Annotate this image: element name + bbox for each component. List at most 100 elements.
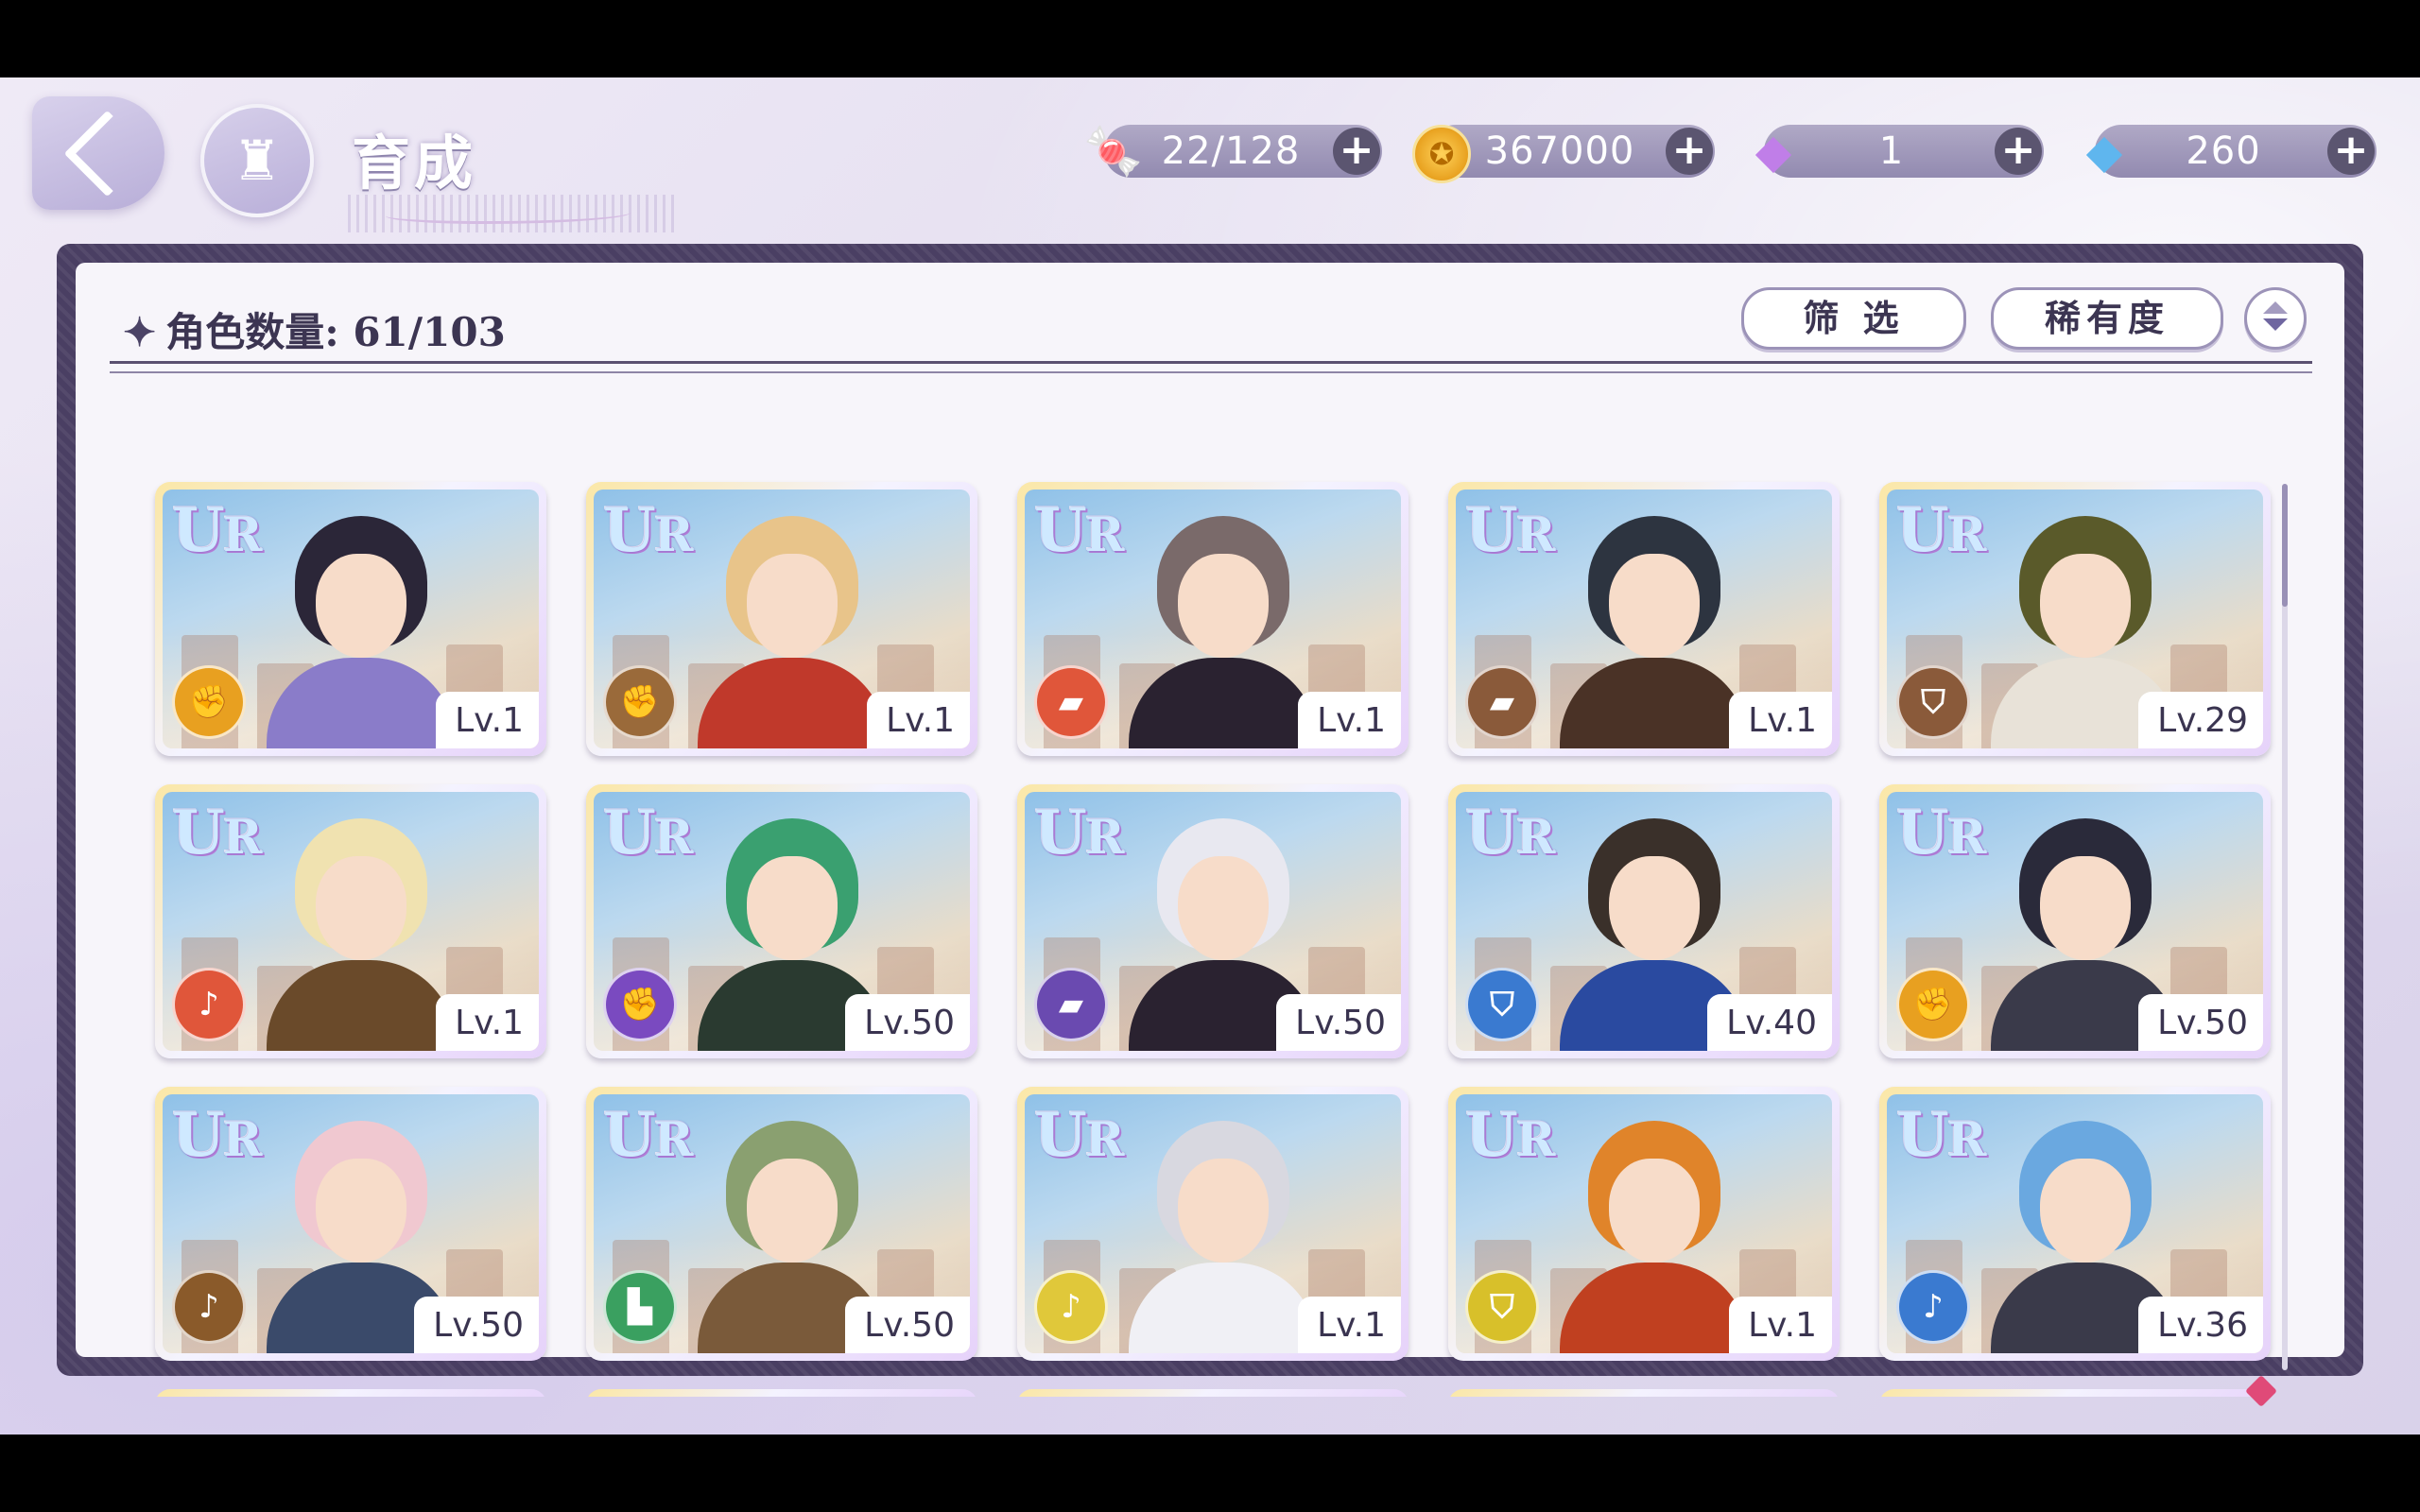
- character-level: Lv.1: [1298, 1297, 1401, 1353]
- scroll-thumb[interactable]: [2282, 484, 2288, 607]
- character-level: Lv.40: [1707, 994, 1832, 1051]
- portrait-body: [698, 658, 887, 748]
- character-portrait: [1129, 516, 1318, 748]
- character-card-art: UR ✊ Lv.1: [163, 490, 539, 748]
- character-card[interactable]: UR ▰ Lv.1: [1448, 482, 1840, 756]
- character-card-art: UR ▰ Lv.50: [1025, 792, 1401, 1051]
- character-card-partial[interactable]: [1448, 1389, 1840, 1397]
- portrait-face: [1178, 554, 1269, 658]
- character-level: Lv.1: [1729, 1297, 1832, 1353]
- card-attribute-icon: ▰: [1034, 968, 1108, 1041]
- portrait-body: [267, 960, 456, 1051]
- character-card-art: UR ♪ Lv.1: [163, 792, 539, 1051]
- sort-order-button[interactable]: [2244, 287, 2307, 350]
- rarity-badge: UR: [603, 1100, 693, 1171]
- character-card[interactable]: UR ✊ Lv.1: [586, 482, 977, 756]
- currency-pink-diamond: ◆ 1 +: [1755, 124, 2044, 179]
- rarity-badge: UR: [1034, 495, 1124, 566]
- portrait-body: [1560, 658, 1749, 748]
- rarity-badge: UR: [1896, 495, 1986, 566]
- gold-coin-icon: ✪: [1412, 125, 1471, 183]
- letterbox-bottom: [0, 1435, 2420, 1512]
- character-grid: UR ✊ Lv.1 UR ✊ Lv.1 UR ▰ Lv.1 UR ▰ Lv.1 UR ⛉ Lv.29 UR ♪ L…: [113, 378, 2305, 1397]
- fist-attribute-icon: ✊: [603, 665, 677, 739]
- character-card-art: UR ⛉ Lv.29: [1887, 490, 2263, 748]
- character-portrait: [1560, 516, 1749, 748]
- character-card-art: UR ✊ Lv.1: [594, 490, 970, 748]
- rarity-sort-button[interactable]: 稀有度: [1991, 287, 2223, 350]
- character-card-art: UR ▰ Lv.1: [1456, 490, 1832, 748]
- horn-attribute-icon: ♪: [172, 968, 246, 1041]
- character-card[interactable]: UR ⛉ Lv.29: [1879, 482, 2271, 756]
- character-portrait: [1129, 1121, 1318, 1353]
- character-card-art: UR ⛉ Lv.40: [1456, 792, 1832, 1051]
- character-card-art: UR ♪ Lv.1: [1025, 1094, 1401, 1353]
- rarity-badge: UR: [1465, 1100, 1555, 1171]
- character-level: Lv.50: [414, 1297, 539, 1353]
- rarity-badge: UR: [172, 495, 262, 566]
- character-card[interactable]: UR ♪ Lv.1: [1017, 1087, 1409, 1361]
- title-decoration: [348, 195, 677, 232]
- character-card[interactable]: UR ▰ Lv.50: [1017, 784, 1409, 1058]
- rarity-badge: UR: [1896, 1100, 1986, 1171]
- portrait-face: [316, 554, 406, 658]
- pink-diamond-icon: ◆: [1754, 124, 1792, 179]
- portrait-face: [1609, 554, 1700, 658]
- character-card[interactable]: UR ♪ Lv.50: [155, 1087, 546, 1361]
- character-card[interactable]: UR ✊ Lv.1: [155, 482, 546, 756]
- character-portrait: [1560, 1121, 1749, 1353]
- back-button[interactable]: [32, 96, 164, 210]
- candy-icon: 🍬: [1083, 123, 1144, 179]
- shield-attribute-icon: ⛉: [1465, 968, 1539, 1041]
- portrait-face: [1178, 1159, 1269, 1263]
- character-portrait: [267, 516, 456, 748]
- character-level: Lv.1: [1298, 692, 1401, 748]
- character-card-art: UR ⛉ Lv.1: [1456, 1094, 1832, 1353]
- character-card[interactable]: UR ✊ Lv.50: [586, 784, 977, 1058]
- add-pink-diamond-button[interactable]: +: [1995, 128, 2042, 175]
- character-card-art: UR ✊ Lv.50: [594, 792, 970, 1051]
- character-card[interactable]: UR ▙ Lv.50: [586, 1087, 977, 1361]
- character-card[interactable]: UR ⛉ Lv.1: [1448, 1087, 1840, 1361]
- panel-divider: [110, 361, 2312, 373]
- character-level: Lv.1: [1729, 692, 1832, 748]
- add-coin-button[interactable]: +: [1666, 128, 1713, 175]
- character-count: ✦ 角色数量: 61/103: [123, 301, 506, 358]
- home-button[interactable]: ♜: [200, 104, 314, 217]
- character-level: Lv.50: [845, 994, 970, 1051]
- filter-button[interactable]: 筛 选: [1741, 287, 1966, 350]
- character-portrait: [267, 818, 456, 1051]
- grid-scrollbar[interactable]: [2282, 484, 2288, 1370]
- character-card-partial[interactable]: [1879, 1389, 2271, 1397]
- portrait-body: [1129, 1263, 1318, 1353]
- portrait-face: [1178, 856, 1269, 960]
- sparkle-icon: ✦: [123, 309, 157, 355]
- blue-diamond-icon: ◆: [2085, 124, 2123, 179]
- character-card-partial[interactable]: [1017, 1389, 1409, 1397]
- character-card-partial[interactable]: [586, 1389, 977, 1397]
- back-arrow-icon: [63, 110, 150, 197]
- card-attribute-icon: ▰: [1465, 665, 1539, 739]
- character-level: Lv.1: [436, 692, 539, 748]
- character-card[interactable]: UR ✊ Lv.50: [1879, 784, 2271, 1058]
- character-level: Lv.50: [1276, 994, 1401, 1051]
- character-card-art: UR ▰ Lv.1: [1025, 490, 1401, 748]
- character-card[interactable]: UR ⛉ Lv.40: [1448, 784, 1840, 1058]
- add-blue-diamond-button[interactable]: +: [2327, 128, 2375, 175]
- character-card[interactable]: UR ▰ Lv.1: [1017, 482, 1409, 756]
- character-card-partial[interactable]: [155, 1389, 546, 1397]
- portrait-face: [2040, 554, 2131, 658]
- character-level: Lv.1: [436, 994, 539, 1051]
- fist-attribute-icon: ✊: [603, 968, 677, 1041]
- rarity-badge: UR: [1465, 798, 1555, 868]
- character-card[interactable]: UR ♪ Lv.1: [155, 784, 546, 1058]
- character-level: Lv.36: [2138, 1297, 2263, 1353]
- horn-attribute-icon: ♪: [172, 1270, 246, 1344]
- character-card-art: UR ♪ Lv.36: [1887, 1094, 2263, 1353]
- rarity-badge: UR: [172, 798, 262, 868]
- character-level: Lv.29: [2138, 692, 2263, 748]
- portrait-face: [747, 1159, 838, 1263]
- rarity-badge: UR: [603, 495, 693, 566]
- character-card[interactable]: UR ♪ Lv.36: [1879, 1087, 2271, 1361]
- add-candy-button[interactable]: +: [1333, 128, 1380, 175]
